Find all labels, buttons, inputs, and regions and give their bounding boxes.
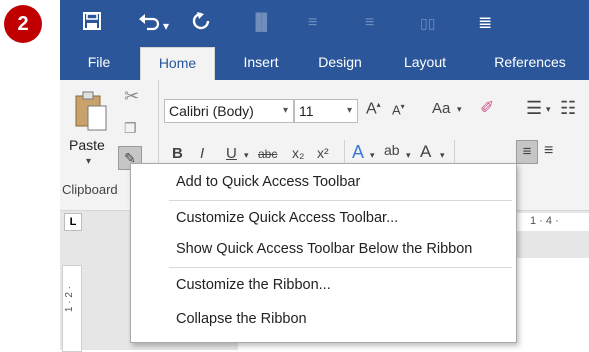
- qat-customize-icon[interactable]: ≣: [478, 11, 492, 35]
- font-name-box[interactable]: Calibri (Body) ▾: [164, 99, 294, 123]
- bullets-icon[interactable]: ☰: [526, 98, 542, 119]
- paste-label[interactable]: Paste: [69, 137, 105, 153]
- ruler-marks: 1 · 4 ·: [530, 215, 559, 227]
- step-badge: 2: [4, 5, 42, 43]
- redo-icon[interactable]: [191, 11, 211, 37]
- title-bar: ▾ ▐▌ ≡ ≡ ▯▯ ≣: [60, 0, 589, 47]
- undo-dropdown-icon[interactable]: ▾: [163, 14, 169, 38]
- subscript-button[interactable]: x₂: [292, 145, 304, 161]
- align-center-icon[interactable]: ≡: [544, 142, 553, 160]
- tab-layout[interactable]: Layout: [390, 47, 460, 80]
- paste-dropdown-icon[interactable]: ▾: [86, 156, 91, 167]
- menu-item-label: Collapse the Ribbon: [176, 311, 307, 327]
- tab-insert[interactable]: Insert: [230, 47, 292, 80]
- menu-item-add-to-qat[interactable]: Add to Quick Access Toolbar: [176, 167, 360, 197]
- numbering-icon[interactable]: ☷: [560, 98, 576, 119]
- qat-align-icon: ≡: [308, 14, 318, 31]
- tab-selector-icon[interactable]: L: [64, 213, 82, 231]
- save-icon[interactable]: [82, 11, 102, 37]
- font-name-value: Calibri (Body): [169, 103, 254, 119]
- font-size-value: 11: [299, 103, 314, 119]
- font-size-box[interactable]: 11 ▾: [294, 99, 358, 123]
- shrink-font-icon[interactable]: A▾: [392, 102, 405, 117]
- chevron-down-icon[interactable]: ▾: [457, 104, 462, 115]
- ribbon-tabs: File Home Insert Design Layout Reference…: [60, 47, 589, 80]
- menu-item-collapse-ribbon[interactable]: Collapse the Ribbon: [176, 304, 307, 334]
- menu-item-customize-qat[interactable]: Customize Quick Access Toolbar...: [176, 203, 398, 233]
- chevron-down-icon[interactable]: ▾: [406, 150, 411, 161]
- strikethrough-button[interactable]: abc: [258, 147, 277, 161]
- chevron-down-icon[interactable]: ▾: [283, 100, 288, 122]
- chevron-down-icon[interactable]: ▾: [440, 150, 445, 161]
- tab-references[interactable]: References: [475, 47, 585, 80]
- text-effects-icon[interactable]: A: [352, 142, 364, 163]
- vertical-ruler: 1 · 2 ·: [62, 265, 82, 352]
- tab-home[interactable]: Home: [140, 47, 215, 80]
- cut-icon[interactable]: ✂: [124, 86, 139, 107]
- menu-item-label: Add to Quick Access Toolbar: [176, 174, 361, 190]
- tab-file[interactable]: File: [74, 47, 124, 80]
- superscript-button[interactable]: x²: [317, 145, 329, 161]
- menu-item-label: Show Quick Access Toolbar Below the Ribb…: [176, 241, 473, 257]
- chevron-down-icon[interactable]: ▾: [244, 150, 249, 161]
- tab-design[interactable]: Design: [305, 47, 375, 80]
- qat-format-icon: ▐▌: [250, 14, 273, 31]
- copy-icon[interactable]: ❐: [124, 120, 137, 137]
- bold-button[interactable]: B: [172, 145, 183, 162]
- menu-separator: [169, 200, 512, 201]
- change-case-button[interactable]: Aa: [432, 100, 450, 117]
- undo-icon[interactable]: [138, 11, 160, 37]
- menu-separator: [169, 267, 512, 268]
- clear-formatting-icon[interactable]: ✐: [480, 98, 494, 118]
- clipboard-group-label: Clipboard: [62, 182, 118, 197]
- italic-button[interactable]: I: [200, 145, 204, 162]
- context-menu: Add to Quick Access Toolbar Customize Qu…: [130, 163, 517, 343]
- menu-item-label: Customize Quick Access Toolbar...: [176, 210, 399, 226]
- qat-columns-icon: ▯▯: [420, 15, 436, 31]
- chevron-down-icon[interactable]: ▾: [546, 104, 551, 115]
- font-color-icon[interactable]: A: [420, 142, 431, 162]
- menu-item-label: Customize the Ribbon...: [176, 277, 331, 293]
- underline-button[interactable]: U: [226, 145, 237, 162]
- qat-list-icon: ≡: [365, 14, 375, 31]
- chevron-down-icon[interactable]: ▾: [347, 100, 352, 122]
- grow-font-icon[interactable]: A▴: [366, 100, 381, 118]
- align-left-icon[interactable]: ≡: [516, 140, 538, 164]
- chevron-down-icon[interactable]: ▾: [370, 150, 375, 161]
- highlight-icon[interactable]: ab: [384, 142, 400, 158]
- ruler-marks: 1 · 2 ·: [64, 286, 75, 313]
- menu-item-customize-ribbon[interactable]: Customize the Ribbon...: [176, 270, 331, 300]
- menu-item-show-qat-below[interactable]: Show Quick Access Toolbar Below the Ribb…: [176, 234, 472, 264]
